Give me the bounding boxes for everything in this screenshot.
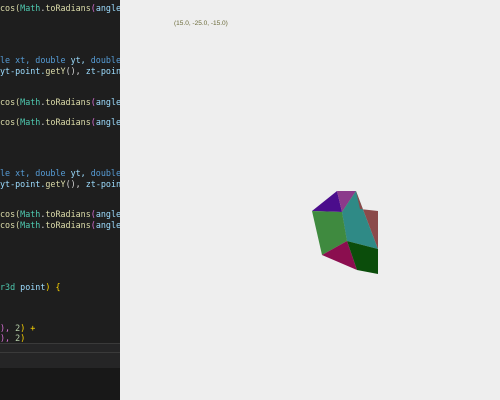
editor-status-panel xyxy=(0,344,120,368)
code-token: ) + xyxy=(20,323,36,333)
code-token: Math xyxy=(20,97,41,107)
code-token: le xt, xyxy=(0,55,36,65)
code-token: angle xyxy=(95,3,120,13)
code-token: Math xyxy=(20,220,41,230)
terminal-panel[interactable] xyxy=(0,368,120,400)
code-token: yt-point. xyxy=(0,179,46,189)
code-token: toRadians xyxy=(45,97,91,107)
code-token: double xyxy=(35,168,71,178)
code-token: ) { xyxy=(45,282,61,292)
polyhedron-face xyxy=(312,191,342,212)
code-token: yt, xyxy=(70,168,91,178)
code-token: ) xyxy=(20,333,26,343)
code-token: zt-point. xyxy=(85,179,120,189)
code-line: cos(Math.toRadians(angle)) xyxy=(0,209,120,220)
code-token: r3d xyxy=(0,282,21,292)
code-line: cos(Math.toRadians(angle)) xyxy=(0,220,120,231)
code-line: cos(Math.toRadians(angle)) xyxy=(0,117,120,128)
code-token: cos( xyxy=(0,220,21,230)
code-token: getY xyxy=(45,179,66,189)
code-token: double xyxy=(35,55,71,65)
code-token: Math xyxy=(20,209,41,219)
code-token: toRadians xyxy=(45,117,91,127)
3d-viewer-canvas[interactable]: (15.0, -25.0, -15.0) xyxy=(120,0,500,400)
code-token: Math xyxy=(20,117,41,127)
code-token: angle xyxy=(95,97,120,107)
code-token: cos( xyxy=(0,209,21,219)
code-token: cos( xyxy=(0,117,21,127)
code-line: yt-point.getY(), zt-point.g xyxy=(0,66,120,77)
code-token: ), xyxy=(0,323,16,333)
editor-divider xyxy=(0,352,120,353)
code-token: point xyxy=(20,282,46,292)
polyhedron-render xyxy=(312,191,378,274)
code-token: angle xyxy=(95,220,120,230)
code-token: angle xyxy=(95,117,120,127)
code-token: (), xyxy=(65,66,86,76)
code-token: zt-point. xyxy=(85,66,120,76)
code-token: yt, xyxy=(70,55,91,65)
code-token: double z xyxy=(90,55,120,65)
code-token: toRadians xyxy=(45,3,91,13)
code-token: ), xyxy=(0,333,16,343)
code-token: le xt, xyxy=(0,168,36,178)
code-line: le xt, double yt, double z xyxy=(0,55,120,66)
code-line: cos(Math.toRadians(angle)) xyxy=(0,97,120,108)
code-token: toRadians xyxy=(45,209,91,219)
code-editor[interactable]: cos(Math.toRadians(angle)) le xt, double… xyxy=(0,0,120,400)
code-token: Math xyxy=(20,3,41,13)
code-token: angle xyxy=(95,209,120,219)
code-line: cos(Math.toRadians(angle)) xyxy=(0,3,120,14)
code-token: getY xyxy=(45,66,66,76)
code-line: yt-point.getY(), zt-point.g xyxy=(0,179,120,190)
code-token: double z xyxy=(90,168,120,178)
code-token: cos( xyxy=(0,97,21,107)
code-token: yt-point. xyxy=(0,66,46,76)
code-token: toRadians xyxy=(45,220,91,230)
code-token: cos( xyxy=(0,3,21,13)
code-line: r3d point) { xyxy=(0,282,120,293)
code-token: (), xyxy=(65,179,86,189)
code-line: le xt, double yt, double z xyxy=(0,168,120,179)
